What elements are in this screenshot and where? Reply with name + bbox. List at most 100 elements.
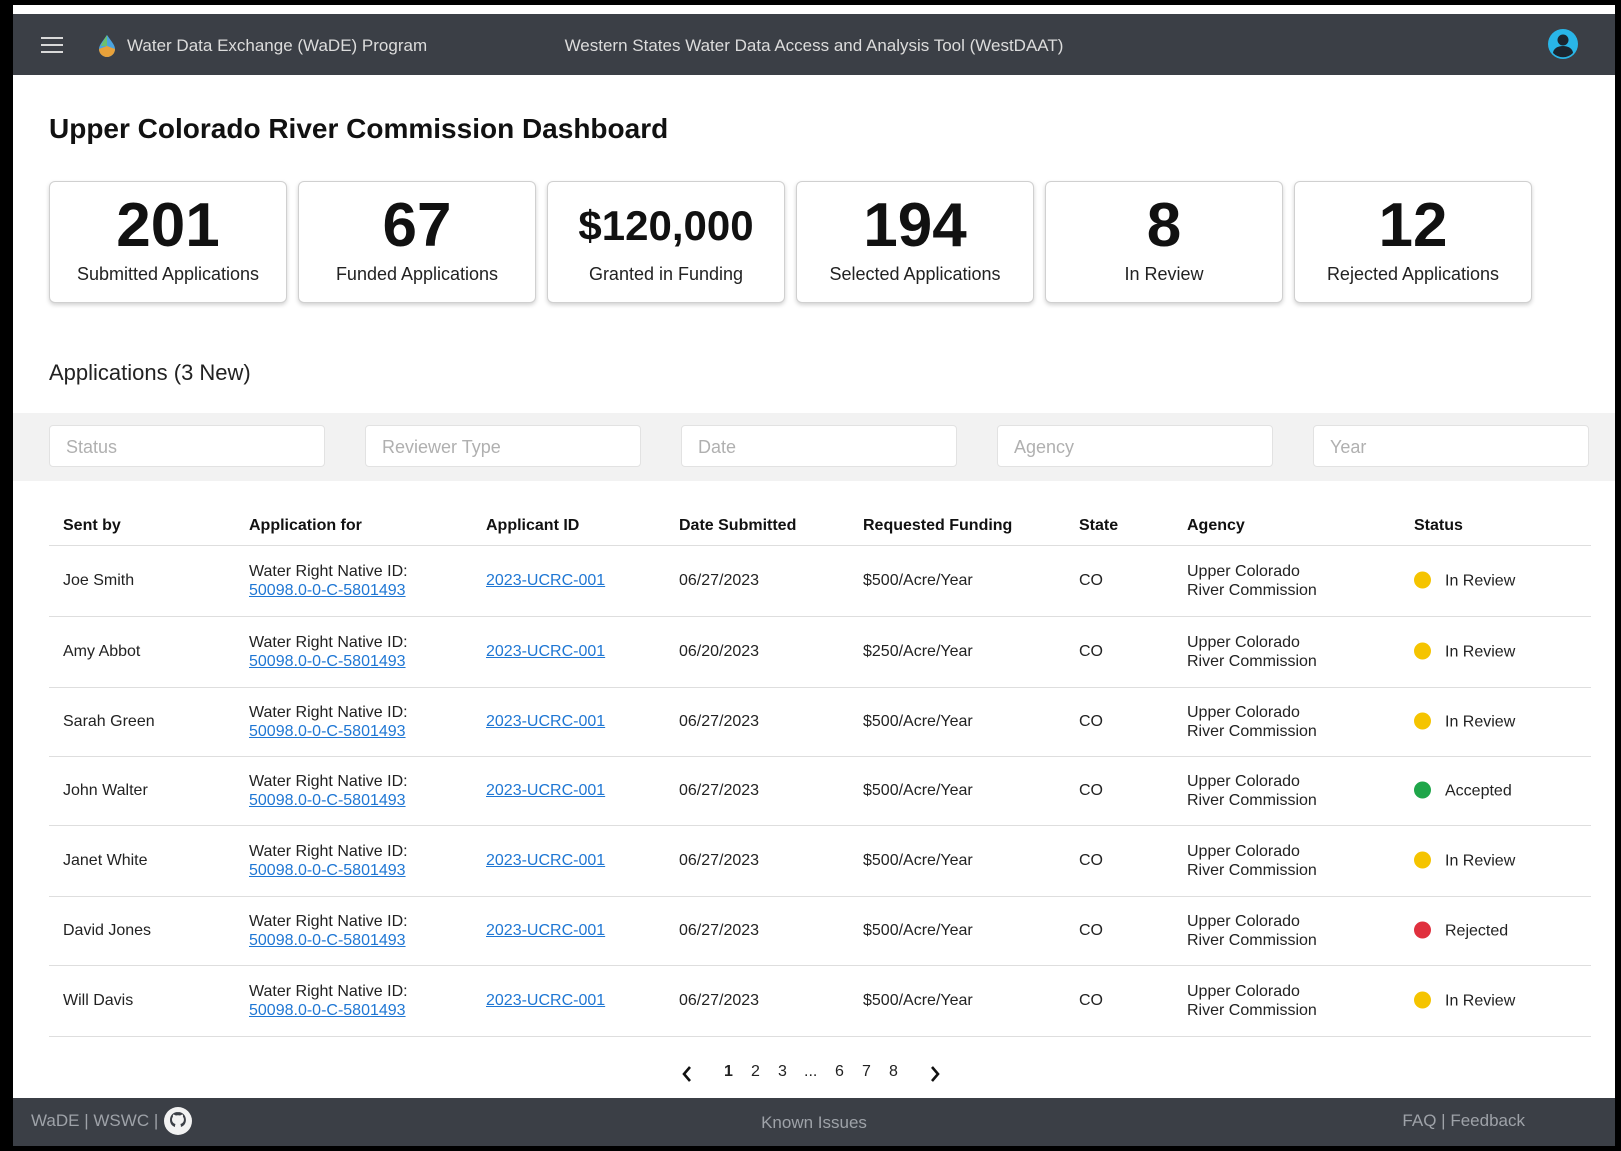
agency-line: Upper Colorado [1187,983,1300,1000]
column-header-applicant-id[interactable]: Applicant ID [486,517,579,535]
table-body: Joe Smith Water Right Native ID: 50098.0-0… [49,546,1591,1037]
reviewer-type-filter[interactable]: Reviewer Type [365,425,641,467]
feedback-link[interactable]: Feedback [1450,1111,1525,1130]
stat-label: Submitted Applications [76,264,260,284]
date-submitted-cell: 06/27/2023 [679,992,760,1009]
requested-funding-cell: $500/Acre/Year [863,992,973,1009]
stat-value: 194 [863,191,967,260]
page-7[interactable]: 7 [862,1063,871,1081]
stat-value: $120,000 [578,202,754,249]
agency-cell: Upper Colorado River Commission [1187,633,1317,671]
applications-title: Applications (3 New) [49,360,251,385]
applications-table: Sent by Application for Applicant ID Dat… [49,503,1591,1037]
status-label: In Review [1445,643,1516,661]
water-right-id-link[interactable]: 50098.0-0-C-5801493 [249,862,406,879]
applicant-id-link[interactable]: 2023-UCRC-001 [486,992,605,1009]
agency-line: River Commission [1187,932,1317,949]
state-cell: CO [1079,992,1103,1009]
stat-card-granted: $120,000 Granted in Funding [547,181,785,303]
top-navbar: Water Data Exchange (WaDE) Program Weste… [13,14,1615,75]
applicant-id-cell: 2023-UCRC-001 [486,572,605,590]
applicant-id-cell: 2023-UCRC-001 [486,782,605,800]
status-cell: In Review [1414,712,1516,732]
stat-card-in-review: 8 In Review [1045,181,1283,303]
applicant-id-link[interactable]: 2023-UCRC-001 [486,713,605,730]
applicant-id-link[interactable]: 2023-UCRC-001 [486,852,605,869]
table-row: John Walter Water Right Native ID: 50098.0… [49,757,1591,826]
water-right-id-link[interactable]: 50098.0-0-C-5801493 [249,653,406,670]
agency-filter[interactable]: Agency [997,425,1273,467]
agency-line: River Commission [1187,862,1317,879]
sent-by-cell: Will Davis [63,992,134,1009]
page-8[interactable]: 8 [889,1063,898,1081]
applicant-id-cell: 2023-UCRC-001 [486,852,605,870]
stat-value: 201 [116,191,220,260]
page-6[interactable]: 6 [835,1063,844,1081]
column-header-agency[interactable]: Agency [1187,517,1245,535]
sent-by-cell: David Jones [63,922,152,939]
status-label: Accepted [1445,782,1512,800]
column-header-state[interactable]: State [1079,517,1118,535]
water-right-id-link[interactable]: 50098.0-0-C-5801493 [249,723,406,740]
status-label: In Review [1445,572,1516,590]
user-account-icon[interactable] [1547,28,1579,60]
agency-cell: Upper Colorado River Commission [1187,842,1317,880]
applicant-id-link[interactable]: 2023-UCRC-001 [486,922,605,939]
status-dot-icon [1414,642,1431,660]
chevron-right-icon[interactable] [929,1065,941,1083]
state-cell: CO [1079,852,1103,869]
applicant-id-link[interactable]: 2023-UCRC-001 [486,643,605,660]
applicant-id-cell: 2023-UCRC-001 [486,922,605,940]
water-right-id-link[interactable]: 50098.0-0-C-5801493 [249,932,406,949]
stats-cards: 201 Submitted Applications 67 Funded App… [49,181,1591,305]
column-header-status[interactable]: Status [1414,517,1463,535]
table-row: Joe Smith Water Right Native ID: 50098.0-0… [49,546,1591,617]
stat-value: 12 [1378,191,1448,260]
status-dot-icon [1414,921,1431,939]
column-header-date-submitted[interactable]: Date Submitted [679,517,796,535]
status-label: In Review [1445,713,1516,731]
applicant-id-link[interactable]: 2023-UCRC-001 [486,572,605,589]
date-submitted-cell: 06/27/2023 [679,713,760,730]
status-filter[interactable]: Status [49,425,325,467]
page-2[interactable]: 2 [751,1063,760,1081]
app-frame: Water Data Exchange (WaDE) Program Weste… [13,5,1615,1146]
chevron-left-icon[interactable] [681,1065,693,1083]
page-3[interactable]: 3 [778,1063,787,1081]
applicant-id-link[interactable]: 2023-UCRC-001 [486,782,605,799]
water-right-id-link[interactable]: 50098.0-0-C-5801493 [249,582,406,599]
stat-card-submitted: 201 Submitted Applications [49,181,287,303]
known-issues-link[interactable]: Known Issues [13,1113,1615,1133]
application-for-cell: Water Right Native ID: 50098.0-0-C-580149… [249,772,408,810]
column-header-requested-funding[interactable]: Requested Funding [863,517,1012,535]
application-for-cell: Water Right Native ID: 50098.0-0-C-580149… [249,842,408,880]
agency-line: Upper Colorado [1187,563,1300,580]
status-dot-icon [1414,851,1431,869]
stat-label: Granted in Funding [588,264,744,284]
faq-link[interactable]: FAQ [1402,1111,1436,1130]
agency-line: Upper Colorado [1187,773,1300,790]
state-cell: CO [1079,922,1103,939]
agency-line: River Commission [1187,723,1317,740]
stat-card-rejected: 12 Rejected Applications [1294,181,1532,303]
state-cell: CO [1079,782,1103,799]
table-row: David Jones Water Right Native ID: 50098.0… [49,897,1591,966]
stat-label: In Review [1124,264,1204,284]
water-right-id-link[interactable]: 50098.0-0-C-5801493 [249,1002,406,1019]
filter-bar: Status Reviewer Type Date Agency Year [13,413,1615,481]
date-filter[interactable]: Date [681,425,957,467]
agency-cell: Upper Colorado River Commission [1187,562,1317,600]
sent-by-cell: Sarah Green [63,713,155,730]
column-header-sent-by[interactable]: Sent by [63,517,121,535]
application-label: Water Right Native ID: [249,773,408,790]
page-1[interactable]: 1 [724,1063,733,1081]
application-for-cell: Water Right Native ID: 50098.0-0-C-580149… [249,703,408,741]
stat-label: Selected Applications [829,264,1001,284]
agency-line: Upper Colorado [1187,843,1300,860]
agency-line: River Commission [1187,653,1317,670]
year-filter[interactable]: Year [1313,425,1589,467]
column-header-application-for[interactable]: Application for [249,517,362,535]
status-cell: In Review [1414,642,1516,662]
water-right-id-link[interactable]: 50098.0-0-C-5801493 [249,792,406,809]
date-submitted-cell: 06/27/2023 [679,782,760,799]
